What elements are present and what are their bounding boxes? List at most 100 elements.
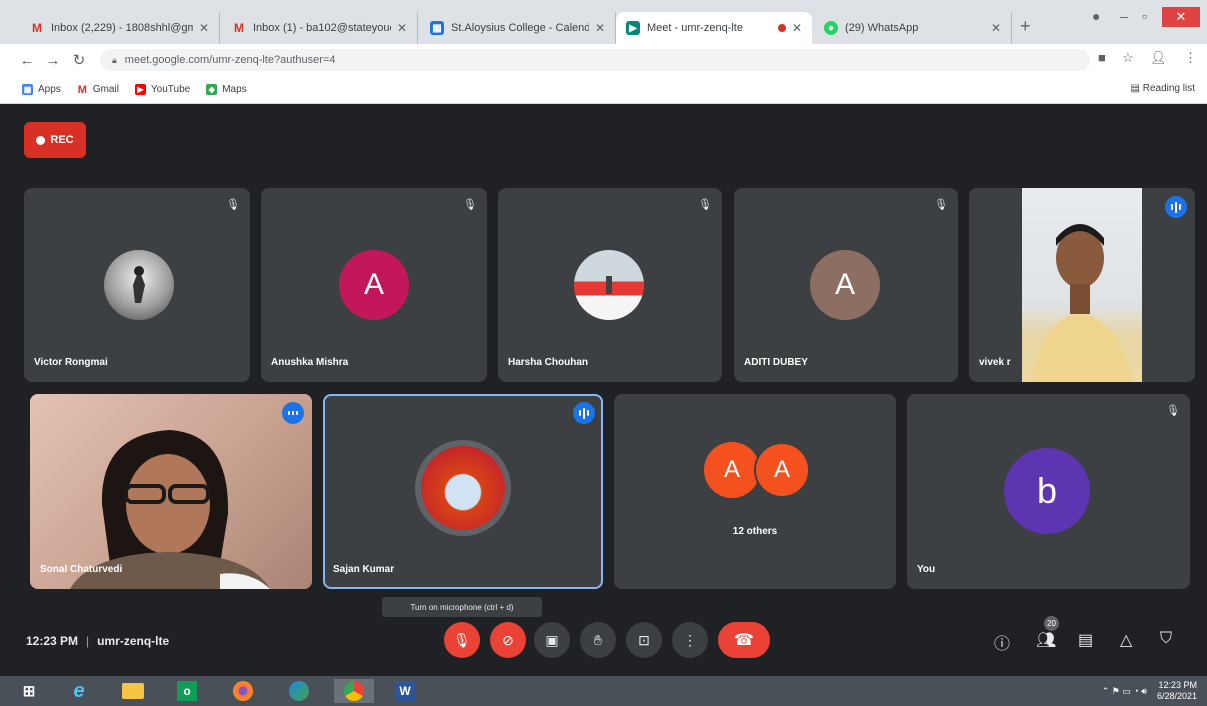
system-clock[interactable]: 12:23 PM 6/28/2021 bbox=[1157, 680, 1197, 702]
whatsapp-icon: ● bbox=[824, 21, 838, 35]
participant-tile[interactable]: vivek r bbox=[969, 188, 1195, 382]
lock-icon: 🔒︎ bbox=[112, 54, 117, 65]
leave-call-button[interactable]: ☎︎ bbox=[718, 622, 770, 658]
participant-tile[interactable]: 🎙︎ A ADITI DUBEY bbox=[734, 188, 958, 382]
chrome-icon bbox=[344, 681, 364, 701]
mic-off-icon: 🎙︎ bbox=[698, 199, 712, 211]
recording-badge[interactable]: REC bbox=[24, 122, 86, 158]
avatar: b bbox=[1004, 448, 1090, 534]
person-silhouette-icon bbox=[70, 430, 270, 589]
camera-off-icon: ⊘ bbox=[502, 631, 514, 648]
close-tab-icon[interactable]: ✕ bbox=[595, 21, 605, 35]
more-options-button[interactable]: ⋮ bbox=[672, 622, 708, 658]
windows-taskbar: ⊞ e o W ⌃ ⚑ ▭ ◔ 🔊︎ 12:23 PM 6/28/2021 bbox=[0, 676, 1207, 706]
others-count-label: 12 others bbox=[732, 526, 778, 537]
tab-gmail-1[interactable]: M Inbox (2,229) - 1808shhl@gm ✕ bbox=[20, 12, 220, 44]
taskbar-explorer[interactable] bbox=[118, 679, 148, 703]
gmail-icon: M bbox=[234, 21, 244, 35]
forward-button[interactable]: → bbox=[40, 52, 66, 69]
bookmark-maps[interactable]: ◆ Maps bbox=[206, 84, 247, 95]
bookmark-apps[interactable]: ▦ Apps bbox=[22, 84, 61, 95]
minimize-button[interactable]: – bbox=[1120, 8, 1128, 24]
captions-button[interactable]: ▣ bbox=[534, 622, 570, 658]
tab-meet[interactable]: ▶ Meet - umr-zenq-lte ✕ bbox=[616, 12, 812, 44]
apps-grid-icon: ▦ bbox=[22, 84, 33, 95]
people-count-badge: 20 bbox=[1044, 616, 1059, 631]
present-screen-icon: ⊡ bbox=[638, 631, 650, 648]
participant-tile[interactable]: 🎙︎ A Anushka Mishra bbox=[261, 188, 487, 382]
more-vert-icon: ⋮ bbox=[683, 631, 697, 648]
self-tile[interactable]: 🎙︎ b You bbox=[907, 394, 1190, 589]
speaking-indicator-icon bbox=[1165, 196, 1187, 218]
internet-explorer-icon: e bbox=[73, 679, 85, 702]
edge-icon bbox=[289, 681, 309, 701]
info-icon: ⓘ bbox=[994, 636, 1011, 653]
person-silhouette-icon bbox=[1032, 224, 1132, 382]
tab-calendar[interactable]: ▦ St.Aloysius College - Calenda ✕ bbox=[420, 12, 616, 44]
profile-photo-icon bbox=[606, 276, 612, 294]
taskbar-firefox[interactable] bbox=[228, 679, 258, 703]
mic-toggle-button[interactable]: 🎙︎ bbox=[444, 622, 480, 658]
close-tab-icon[interactable]: ✕ bbox=[397, 21, 407, 35]
start-button[interactable]: ⊞ bbox=[14, 679, 44, 703]
avatar-icon[interactable]: 👤︎ bbox=[1150, 50, 1167, 66]
system-tray: ⌃ ⚑ ▭ ◔ 🔊︎ 12:23 PM 6/28/2021 bbox=[1102, 680, 1197, 702]
app-icon: o bbox=[177, 681, 197, 701]
bookmark-youtube[interactable]: ▶ YouTube bbox=[134, 84, 190, 95]
browser-tab-strip: M Inbox (2,229) - 1808shhl@gm ✕ M Inbox … bbox=[0, 0, 1207, 44]
others-tile[interactable]: A A 12 others bbox=[614, 394, 896, 589]
meeting-details-button[interactable]: ⓘ bbox=[994, 630, 1010, 654]
host-controls-button[interactable]: ⛉ bbox=[1160, 630, 1172, 648]
shield-icon: ⛉ bbox=[1160, 630, 1173, 647]
taskbar-app[interactable]: o bbox=[172, 679, 202, 703]
meeting-info: 12:23 PM | umr-zenq-lte bbox=[26, 634, 170, 648]
reading-list-button[interactable]: ▤ Reading list bbox=[1131, 83, 1196, 94]
maximize-button[interactable]: ▫ bbox=[1142, 8, 1147, 24]
record-dot-icon bbox=[36, 135, 46, 145]
avatar bbox=[415, 440, 511, 536]
reading-list-icon: ▤ bbox=[1130, 83, 1143, 94]
participant-video bbox=[30, 394, 312, 589]
taskbar-word[interactable]: W bbox=[390, 679, 420, 703]
reload-button[interactable]: ↻ bbox=[66, 51, 92, 69]
chat-icon: ▤ bbox=[1078, 632, 1094, 649]
calendar-icon: ▦ bbox=[430, 21, 444, 35]
activities-button[interactable]: △ bbox=[1120, 630, 1132, 650]
taskbar-edge[interactable] bbox=[284, 679, 314, 703]
close-tab-icon[interactable]: ✕ bbox=[991, 21, 1001, 35]
new-tab-button[interactable]: + bbox=[1020, 16, 1031, 37]
participant-tile[interactable]: 🎙︎ Harsha Chouhan bbox=[498, 188, 722, 382]
raise-hand-button[interactable]: ✋︎ bbox=[580, 622, 616, 658]
bookmark-gmail[interactable]: M Gmail bbox=[77, 84, 119, 96]
mic-off-icon: 🎙︎ bbox=[463, 199, 477, 211]
avatar: A bbox=[810, 250, 880, 320]
close-tab-icon[interactable]: ✕ bbox=[199, 21, 209, 35]
camera-in-use-icon[interactable]: ■ bbox=[1098, 50, 1106, 65]
mic-off-icon: 🎙︎ bbox=[453, 631, 471, 648]
participant-tile[interactable]: Sonal Chaturvedi bbox=[30, 394, 312, 589]
tray-icons[interactable]: ⌃ ⚑ ▭ ◔ 🔊︎ bbox=[1102, 686, 1147, 697]
windows-logo-icon: ⊞ bbox=[22, 683, 36, 700]
present-button[interactable]: ⊡ bbox=[626, 622, 662, 658]
people-icon: 👥︎ bbox=[1036, 632, 1057, 649]
back-button[interactable]: ← bbox=[14, 52, 40, 69]
address-bar[interactable]: 🔒︎ meet.google.com/umr-zenq-lte?authuser… bbox=[100, 49, 1090, 71]
close-tab-icon[interactable]: ✕ bbox=[792, 21, 802, 35]
more-menu-icon[interactable]: ⋮ bbox=[1184, 50, 1197, 66]
window-close-button[interactable]: ✕ bbox=[1162, 7, 1200, 27]
firefox-icon bbox=[233, 681, 253, 701]
camera-toggle-button[interactable]: ⊘ bbox=[490, 622, 526, 658]
participant-tile[interactable]: 🎙︎ Victor Rongmai bbox=[24, 188, 250, 382]
taskbar-ie[interactable]: e bbox=[64, 679, 94, 703]
tab-whatsapp[interactable]: ● (29) WhatsApp ✕ bbox=[814, 12, 1012, 44]
gmail-icon: M bbox=[32, 21, 42, 35]
participant-tile[interactable]: Sajan Kumar bbox=[323, 394, 603, 589]
bookmark-star-icon[interactable]: ☆ bbox=[1122, 50, 1134, 66]
people-button[interactable]: 👥︎ bbox=[1036, 630, 1056, 650]
meet-stage: REC 🎙︎ Victor Rongmai 🎙︎ A Anushka Mishr… bbox=[0, 104, 1207, 676]
taskbar-chrome[interactable] bbox=[334, 679, 374, 703]
chat-button[interactable]: ▤ bbox=[1078, 630, 1093, 650]
tab-gmail-2[interactable]: M Inbox (1) - ba102@stateyouc ✕ bbox=[222, 12, 418, 44]
profile-menu-icon[interactable]: ● bbox=[1092, 8, 1100, 24]
activities-icon: △ bbox=[1120, 632, 1133, 649]
